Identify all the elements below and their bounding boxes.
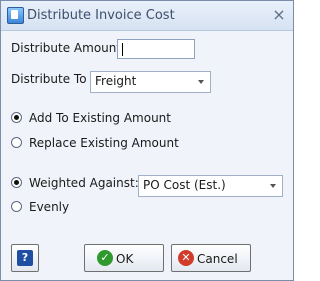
evenly-radio[interactable] <box>11 201 22 212</box>
ok-button[interactable]: ✓ OK <box>84 244 164 272</box>
distribute-amount-input[interactable] <box>117 39 195 59</box>
add-to-existing-radio[interactable] <box>11 112 22 123</box>
weighted-against-value: PO Cost (Est.) <box>143 178 226 192</box>
distribute-to-label: Distribute To <box>11 72 87 86</box>
document-icon <box>7 7 24 24</box>
distribute-to-value: Freight <box>95 74 137 88</box>
weighted-against-label[interactable]: Weighted Against: <box>29 176 139 190</box>
chevron-down-icon <box>198 80 204 84</box>
cancel-icon: ✕ <box>178 250 194 266</box>
distribute-to-dropdown[interactable]: Freight <box>90 71 211 93</box>
dialog-window: Distribute Invoice Cost × Distribute Amo… <box>0 0 294 281</box>
help-button[interactable]: ? <box>11 244 39 272</box>
title-bar: Distribute Invoice Cost × <box>1 1 293 31</box>
help-icon: ? <box>17 250 33 266</box>
distribute-amount-label: Distribute Amount <box>11 41 122 55</box>
replace-existing-label[interactable]: Replace Existing Amount <box>29 136 179 150</box>
check-icon: ✓ <box>97 250 113 266</box>
close-button[interactable]: × <box>271 7 287 23</box>
cancel-button[interactable]: ✕ Cancel <box>171 244 251 272</box>
chevron-down-icon <box>270 184 276 188</box>
replace-existing-radio[interactable] <box>11 137 22 148</box>
ok-label: OK <box>116 252 134 266</box>
cancel-label: Cancel <box>197 252 238 266</box>
add-to-existing-label[interactable]: Add To Existing Amount <box>29 111 171 125</box>
evenly-label[interactable]: Evenly <box>29 200 69 214</box>
weighted-against-dropdown[interactable]: PO Cost (Est.) <box>138 175 283 197</box>
text-caret <box>122 43 123 56</box>
window-title: Distribute Invoice Cost <box>27 8 175 23</box>
weighted-against-radio[interactable] <box>11 177 22 188</box>
